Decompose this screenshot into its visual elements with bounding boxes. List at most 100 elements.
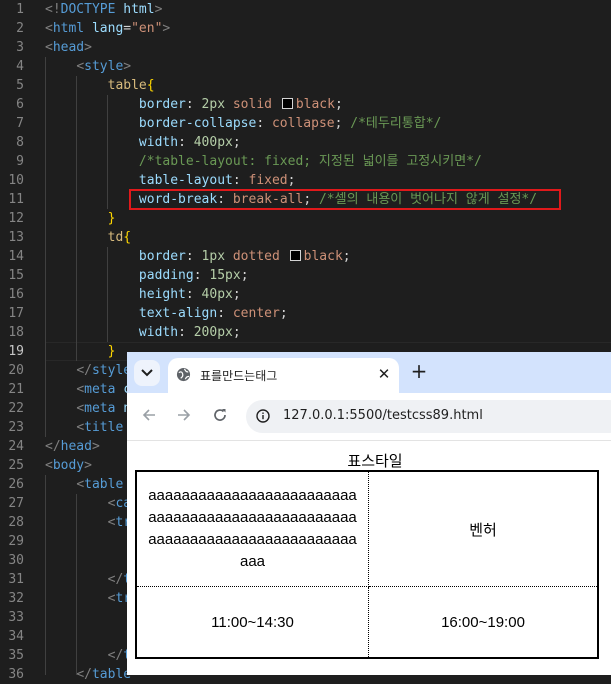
- line-number: 29: [8, 534, 24, 549]
- code-line[interactable]: 12 }: [0, 209, 611, 228]
- line-number: 30: [8, 553, 24, 568]
- code-line[interactable]: 4 <style>: [0, 57, 611, 76]
- code-line[interactable]: 2 <html lang="en">: [0, 19, 611, 38]
- line-code: <meta n: [45, 399, 131, 418]
- line-number: 17: [8, 306, 24, 321]
- line-number: 18: [8, 325, 24, 340]
- code-token: ;: [287, 173, 296, 188]
- line-code: }: [45, 342, 116, 361]
- code-token: :: [256, 116, 272, 131]
- code-token: table: [107, 78, 147, 93]
- code-token: :: [178, 325, 194, 340]
- code-line[interactable]: 1 <!DOCTYPE html>: [0, 0, 611, 19]
- code-line[interactable]: 5 table{: [0, 76, 611, 95]
- code-token: ;: [334, 116, 351, 131]
- code-line[interactable]: 18 width: 200px;: [0, 323, 611, 342]
- code-token: =: [123, 21, 132, 36]
- url-text: 127.0.0.1:5500/testcss89.html: [283, 408, 483, 423]
- code-line[interactable]: 13 td{: [0, 228, 611, 247]
- line-number: 11: [8, 192, 24, 207]
- line-code: width: 400px;: [45, 133, 241, 152]
- browser-window: 표를만드는태그 ✕ + 127.0.0.1:5500/testcss89.htm…: [127, 352, 611, 675]
- code-token: style: [91, 363, 132, 378]
- code-line[interactable]: 15 padding: 15px;: [0, 266, 611, 285]
- code-token: </: [107, 572, 124, 587]
- line-number: 35: [8, 648, 24, 663]
- line-code: border: 2px solid black;: [45, 95, 343, 114]
- line-code: </t: [45, 570, 131, 589]
- code-line[interactable]: 6 border: 2px solid black;: [0, 95, 611, 114]
- code-token: :: [178, 135, 194, 150]
- code-token: 1px: [201, 249, 226, 264]
- code-line[interactable]: 17 text-align: center;: [0, 304, 611, 323]
- code-token: 400px: [193, 135, 233, 150]
- code-token: <!: [45, 2, 61, 17]
- line-number: 7: [16, 116, 24, 131]
- reload-icon[interactable]: [210, 407, 230, 427]
- indent-guide: [76, 76, 77, 361]
- line-code: border-collapse: collapse; /*테두리통합*/: [45, 114, 441, 133]
- code-token: <: [76, 382, 85, 397]
- code-token: black: [303, 249, 343, 264]
- code-token: border: [138, 249, 186, 264]
- code-line[interactable]: 8 width: 400px;: [0, 133, 611, 152]
- code-token: }: [107, 344, 116, 359]
- address-bar[interactable]: 127.0.0.1:5500/testcss89.html: [246, 400, 611, 433]
- table-cell: 벤허: [369, 472, 597, 587]
- code-token: }: [107, 211, 116, 226]
- color-swatch[interactable]: [281, 98, 293, 109]
- line-number: 24: [8, 439, 24, 454]
- code-token: <: [45, 458, 53, 473]
- line-number: 21: [8, 382, 24, 397]
- tab-active[interactable]: 표를만드는태그 ✕: [168, 358, 399, 393]
- tab-search-button[interactable]: [134, 360, 160, 386]
- line-code: <body>: [45, 456, 92, 475]
- code-line[interactable]: 16 height: 40px;: [0, 285, 611, 304]
- code-line[interactable]: 9 /*table-layout: fixed; 지정된 넓이를 고정시키면*/: [0, 152, 611, 171]
- line-code: }: [45, 209, 116, 228]
- code-line[interactable]: 7 border-collapse: collapse; /*테두리통합*/: [0, 114, 611, 133]
- code-token: >: [162, 21, 171, 36]
- color-swatch[interactable]: [289, 250, 301, 261]
- line-number: 31: [8, 572, 24, 587]
- code-token: "en": [131, 21, 163, 36]
- code-token: head: [60, 439, 92, 454]
- back-arrow-icon[interactable]: [139, 407, 159, 427]
- line-code: td{: [45, 228, 131, 247]
- line-code: <html lang="en">: [45, 19, 170, 38]
- line-code: table{: [45, 76, 155, 95]
- line-code: /*table-layout: fixed; 지정된 넓이를 고정시키면*/: [45, 152, 482, 171]
- code-token: >: [123, 59, 132, 74]
- close-icon[interactable]: ✕: [375, 364, 393, 384]
- code-token: <: [45, 40, 53, 55]
- line-code: width: 200px;: [45, 323, 241, 342]
- code-token: ;: [279, 306, 288, 321]
- code-token: /*table-layout: fixed; 지정된 넓이를 고정시키면*/: [138, 154, 482, 169]
- forward-arrow-icon[interactable]: [174, 407, 194, 427]
- line-number: 32: [8, 591, 24, 606]
- table-cell: 16:00~19:00: [441, 613, 525, 631]
- info-icon[interactable]: [256, 409, 270, 423]
- code-token: dotted: [232, 249, 280, 264]
- code-line[interactable]: 3 <head>: [0, 38, 611, 57]
- code-token: <: [45, 21, 53, 36]
- code-token: padding: [138, 268, 194, 283]
- code-token: :: [232, 173, 249, 188]
- line-number: 4: [16, 59, 24, 74]
- line-code: <title: [45, 418, 123, 437]
- code-line[interactable]: 14 border: 1px dotted black;: [0, 247, 611, 266]
- code-line[interactable]: 10 table-layout: fixed;: [0, 171, 611, 190]
- line-number: 26: [8, 477, 24, 492]
- plus-icon[interactable]: +: [409, 361, 429, 382]
- line-number: 23: [8, 420, 24, 435]
- code-token: <: [76, 59, 85, 74]
- tab-strip: 표를만드는태그 ✕ +: [127, 352, 611, 393]
- code-token: >: [84, 40, 92, 55]
